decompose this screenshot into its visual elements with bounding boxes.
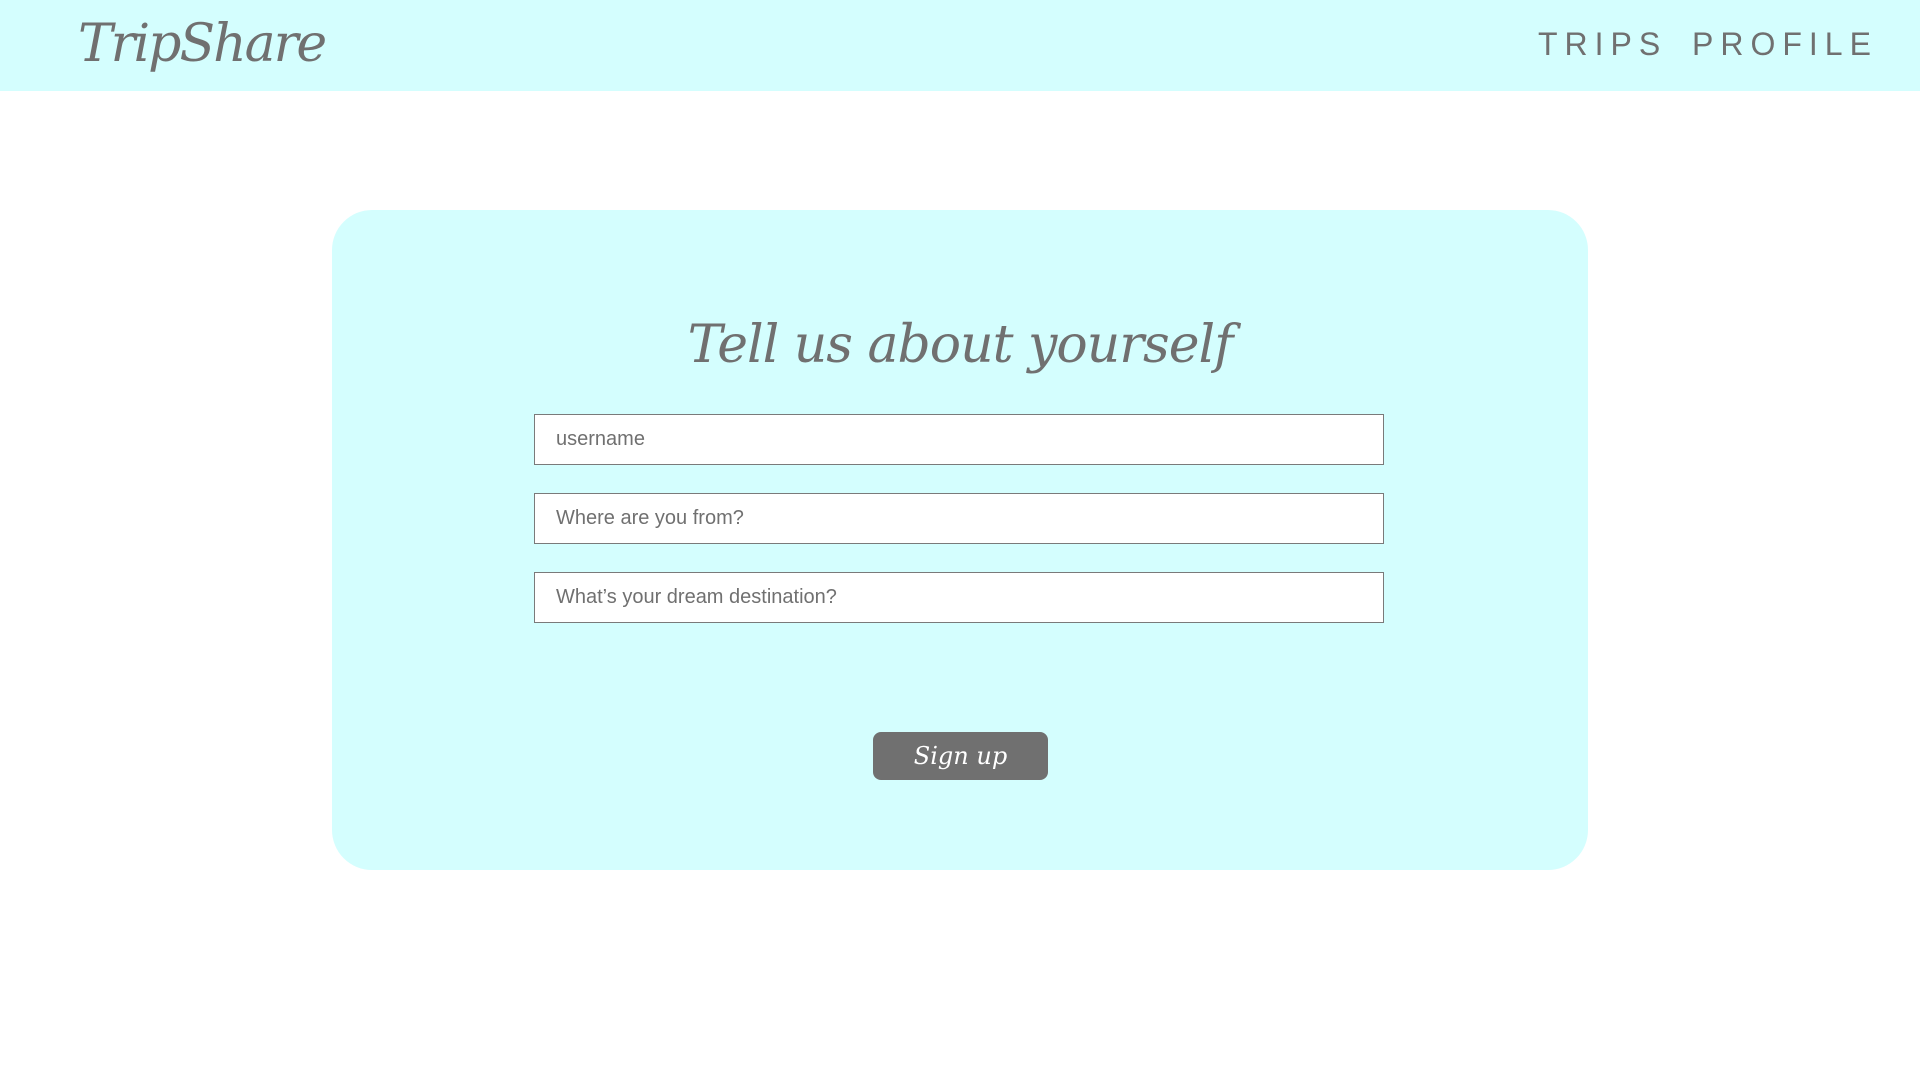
top-nav-bar: TripShare TRIPS PROFILE bbox=[0, 0, 1920, 91]
username-input[interactable] bbox=[534, 414, 1384, 465]
nav-link-trips[interactable]: TRIPS bbox=[1538, 24, 1667, 64]
hometown-input[interactable] bbox=[534, 493, 1384, 544]
nav-link-profile[interactable]: PROFILE bbox=[1692, 24, 1878, 64]
dream-destination-input[interactable] bbox=[534, 572, 1384, 623]
sign-up-button[interactable]: Sign up bbox=[873, 732, 1048, 780]
tripshare-logo[interactable]: TripShare bbox=[78, 12, 327, 76]
form-title: Tell us about yourself bbox=[687, 315, 1234, 375]
signup-card: Tell us about yourself Sign up bbox=[332, 210, 1588, 870]
